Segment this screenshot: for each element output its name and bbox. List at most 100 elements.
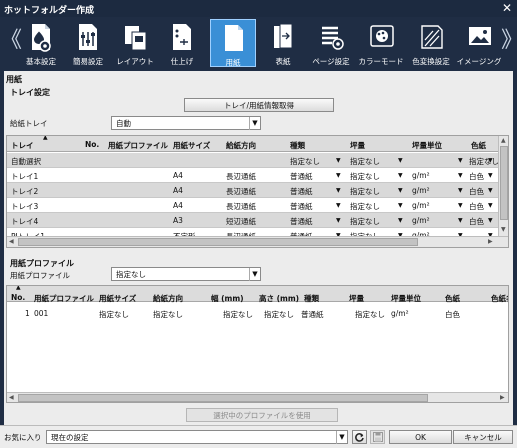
tab-imaging[interactable]: イメージング xyxy=(456,19,502,67)
tray-table-horizontal-scrollbar[interactable]: ◀ ▶ xyxy=(7,236,508,247)
chevron-down-icon[interactable]: ▼ xyxy=(336,187,341,194)
chevron-down-icon[interactable]: ▼ xyxy=(336,217,341,224)
scroll-up-icon[interactable]: ▲ xyxy=(501,137,506,144)
chevron-down-icon[interactable]: ▼ xyxy=(398,217,403,224)
ribbon-prev-arrow-icon[interactable]: 《 xyxy=(0,30,22,53)
cell-weight-select[interactable]: 指定なし xyxy=(350,216,380,227)
cell-weight-select[interactable]: 指定なし xyxy=(350,171,380,182)
scroll-thumb[interactable] xyxy=(18,394,428,402)
get-tray-info-button[interactable]: トレイ/用紙情報取得 xyxy=(184,98,334,112)
refresh-button[interactable] xyxy=(352,430,367,444)
cell-unit-select[interactable]: g/m² xyxy=(412,186,430,195)
cell-type-select[interactable]: 普通紙 xyxy=(290,201,313,212)
scroll-right-icon[interactable]: ▶ xyxy=(500,394,505,401)
scroll-thumb[interactable] xyxy=(18,238,418,246)
table-row[interactable]: トレイ2 A4 長辺通紙 普通紙 ▼ 指定なし ▼ g/m² ▼ 白色 ▼ xyxy=(7,183,498,198)
tab-page-settings[interactable]: ページ設定 xyxy=(308,19,354,67)
chevron-down-icon[interactable]: ▼ xyxy=(336,172,341,179)
cell-weight-select[interactable]: 指定なし xyxy=(350,201,380,212)
chevron-down-icon[interactable]: ▼ xyxy=(458,187,463,194)
column-header[interactable]: トレイ xyxy=(11,140,34,151)
ribbon-next-arrow-icon[interactable]: 》 xyxy=(501,30,517,53)
chevron-down-icon[interactable]: ▼ xyxy=(458,172,463,179)
column-header[interactable]: 用紙サイズ xyxy=(173,140,210,151)
chevron-down-icon[interactable]: ▼ xyxy=(458,202,463,209)
profile-table-horizontal-scrollbar[interactable]: ◀ ▶ xyxy=(7,392,508,402)
column-header[interactable]: 用紙プロファイル xyxy=(108,140,168,151)
cell-color-select[interactable]: 指定なし xyxy=(469,156,499,167)
profile-filter-select[interactable]: 指定なし ▼ xyxy=(111,267,261,281)
cell-unit-select[interactable]: g/m² xyxy=(412,216,430,225)
cell-color-select[interactable]: 白色 xyxy=(469,171,484,182)
tab-layout[interactable]: レイアウト xyxy=(112,19,158,67)
chevron-down-icon[interactable]: ▼ xyxy=(488,187,493,194)
column-header[interactable]: No. xyxy=(85,140,99,149)
feed-tray-select[interactable]: 自動 ▼ xyxy=(111,116,261,130)
use-selected-profile-button[interactable]: 選択中のプロファイルを使用 xyxy=(186,408,338,422)
chevron-down-icon[interactable]: ▼ xyxy=(398,157,403,164)
column-header[interactable]: 色紙 xyxy=(471,140,486,151)
chevron-down-icon[interactable]: ▼ xyxy=(398,187,403,194)
table-row[interactable]: トレイ1 A4 長辺通紙 普通紙 ▼ 指定なし ▼ g/m² ▼ 白色 ▼ xyxy=(7,168,498,183)
scroll-left-icon[interactable]: ◀ xyxy=(9,394,14,401)
table-row[interactable]: トレイ3 A4 長辺通紙 普通紙 ▼ 指定なし ▼ g/m² ▼ 白色 ▼ xyxy=(7,198,498,213)
column-header[interactable]: 坪量 xyxy=(349,293,364,304)
chevron-down-icon[interactable]: ▼ xyxy=(458,157,463,164)
cell-unit-select[interactable]: g/m² xyxy=(412,171,430,180)
table-row[interactable]: トレイ4 A3 短辺通紙 普通紙 ▼ 指定なし ▼ g/m² ▼ 白色 ▼ xyxy=(7,213,498,228)
tab-cover[interactable]: 表紙 xyxy=(260,19,306,67)
chevron-down-icon[interactable]: ▼ xyxy=(336,157,341,164)
cell-weight-select[interactable]: 指定なし xyxy=(350,156,380,167)
cell-unit-select[interactable]: g/m² xyxy=(412,201,430,210)
chevron-down-icon[interactable]: ▼ xyxy=(336,202,341,209)
close-icon[interactable]: ✕ xyxy=(502,1,512,15)
tab-color-conversion[interactable]: 色変換設定 xyxy=(408,19,454,67)
table-row[interactable]: 自動選択 指定なし ▼ 指定なし ▼ ▼ 指定なし ▼ xyxy=(7,153,499,168)
column-header[interactable]: 高さ (mm) xyxy=(259,293,299,304)
scroll-left-icon[interactable]: ◀ xyxy=(9,238,14,245)
tab-finishing[interactable]: 仕上げ xyxy=(159,19,205,67)
scroll-down-icon[interactable]: ▼ xyxy=(501,226,506,233)
column-header[interactable]: 色紙名 xyxy=(491,293,508,304)
cell-type-select[interactable]: 普通紙 xyxy=(290,186,313,197)
cell-type-select[interactable]: 普通紙 xyxy=(290,171,313,182)
cell-weight-select[interactable]: 指定なし xyxy=(350,186,380,197)
scroll-right-icon[interactable]: ▶ xyxy=(488,238,493,245)
save-favorite-button[interactable] xyxy=(370,430,385,444)
chevron-down-icon[interactable]: ▼ xyxy=(488,202,493,209)
column-header[interactable]: 給紙方向 xyxy=(153,293,183,304)
chevron-down-icon[interactable]: ▼ xyxy=(488,157,493,164)
column-header[interactable]: 色紙 xyxy=(445,293,460,304)
tab-easy-settings[interactable]: 簡易設定 xyxy=(65,19,111,67)
favorites-select[interactable]: 現在の設定 ▼ xyxy=(46,430,348,444)
table-row[interactable]: 1 001 指定なし 指定なし 指定なし 指定なし 普通紙 指定なし g/m² … xyxy=(7,306,508,321)
cell-color-select[interactable]: 白色 xyxy=(469,216,484,227)
chevron-down-icon[interactable]: ▼ xyxy=(488,172,493,179)
chevron-down-icon[interactable]: ▼ xyxy=(458,217,463,224)
column-header[interactable]: 坪量 xyxy=(350,140,365,151)
column-header[interactable]: No. xyxy=(11,293,25,302)
chevron-down-icon[interactable]: ▼ xyxy=(488,217,493,224)
chevron-down-icon[interactable]: ▼ xyxy=(398,172,403,179)
column-header[interactable]: 用紙プロファイル xyxy=(34,293,94,304)
column-header[interactable]: 坪量単位 xyxy=(412,140,442,151)
column-header[interactable]: 坪量単位 xyxy=(391,293,421,304)
tab-color-mode[interactable]: カラーモード xyxy=(358,19,404,67)
cancel-button[interactable]: キャンセル xyxy=(453,430,513,444)
column-header[interactable]: 種類 xyxy=(290,140,305,151)
column-header[interactable]: 給紙方向 xyxy=(226,140,256,151)
scroll-thumb[interactable] xyxy=(500,146,508,220)
profile-filter-value: 指定なし xyxy=(116,270,146,279)
cell-type-select[interactable]: 指定なし xyxy=(290,156,320,167)
tab-base-settings[interactable]: 基本設定 xyxy=(18,19,64,67)
cell-color-select[interactable]: 白色 xyxy=(469,186,484,197)
cell-color-select[interactable]: 白色 xyxy=(469,201,484,212)
column-header[interactable]: 種類 xyxy=(304,293,319,304)
ok-button[interactable]: OK xyxy=(389,430,452,444)
column-header[interactable]: 幅 (mm) xyxy=(211,293,244,304)
tab-paper[interactable]: 用紙 xyxy=(210,19,256,67)
tray-table-vertical-scrollbar[interactable]: ▲ ▼ xyxy=(498,136,508,236)
chevron-down-icon[interactable]: ▼ xyxy=(398,202,403,209)
cell-type-select[interactable]: 普通紙 xyxy=(290,216,313,227)
column-header[interactable]: 用紙サイズ xyxy=(99,293,136,304)
